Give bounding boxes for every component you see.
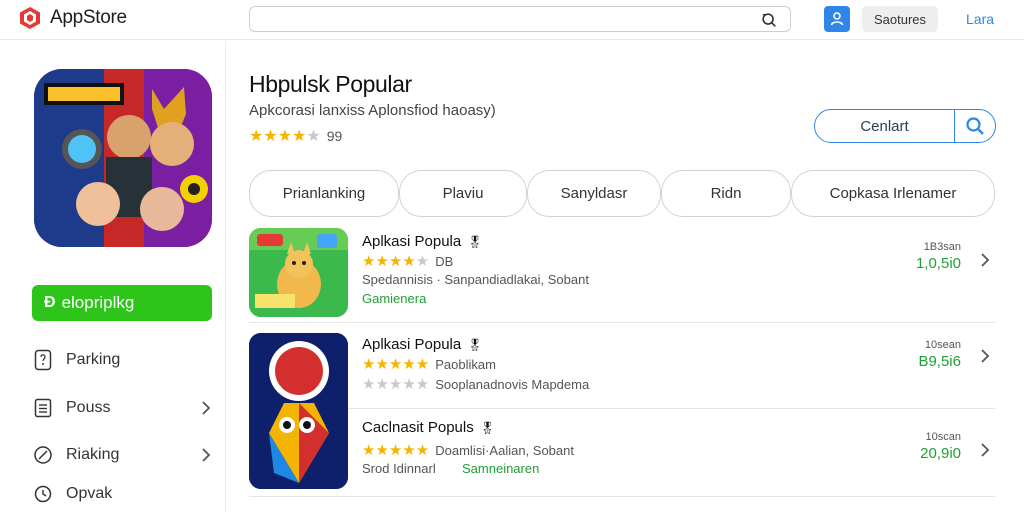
sidebar-item-parking[interactable]: Parking [32,345,216,375]
tab-plaviu[interactable]: Plaviu [399,170,527,217]
document-icon [32,349,54,371]
tab-prianlanking[interactable]: Prianlanking [249,170,399,217]
user-button[interactable] [824,6,850,32]
meta-value: 20,9i0 [920,445,961,462]
app-name: Aplkasi Popula 🎖 [362,233,482,250]
sidebar-item-label: Pouss [66,399,111,416]
user-icon [830,12,844,26]
meta-label: 1B3san [923,241,961,253]
badge-icon: 🎖 [467,337,483,352]
rating-stars: ★★★★★ [362,442,430,459]
chevron-right-icon [202,448,211,462]
app-meta: 10scan 20,9i0 [920,431,961,462]
rating-stars: ★★★★★ [362,356,430,373]
sidebar-item-label: Riaking [66,446,120,463]
search-bar[interactable] [249,6,791,32]
search-input[interactable] [258,10,748,28]
sidebar-item-pouss[interactable]: Pouss [32,393,216,423]
category-tabs: Prianlanking Plaviu Sanyldasr Ridn Copka… [249,170,995,217]
app-meta: 1B3san 1,0,5i0 [916,241,961,272]
rating-stars-empty: ★★★★★ [362,376,430,393]
chevron-right-icon[interactable] [979,251,991,269]
action-button[interactable]: Cenlart [815,110,955,142]
chevron-right-icon[interactable] [979,441,991,459]
search-icon[interactable] [955,110,995,142]
download-button-label: elopriplkg [61,293,135,312]
list-icon [32,397,54,419]
app-description: Sooplanadnovis Mapdema [435,376,590,392]
app-title: Caclnasit Populs [362,419,474,436]
featured-app-icon[interactable] [34,69,212,247]
sidebar-item-riaking[interactable]: Riaking [32,440,216,470]
game-artwork-icon [34,69,212,247]
meta-label: 10sean [924,339,961,351]
app-tag: Doamlisi·Aalian, Sobant [435,442,574,458]
app-tag: Paoblikam [435,356,496,372]
app-thumbnail [249,228,348,317]
download-icon: Ð [44,294,56,311]
list-item[interactable]: Aplkasi Popula 🎖 ★★★★★ Paoblikam ★★★★★ S… [249,333,995,489]
app-description: Srod Idinnarl [362,461,436,476]
chevron-right-icon[interactable] [979,347,991,365]
tab-sanyldasr[interactable]: Sanyldasr [527,170,661,217]
list-item[interactable]: Caclnasit Populs 🎖 ★★★★★ Doamlisi·Aalian… [249,413,995,497]
app-name: Aplkasi Popula 🎖 [362,336,482,353]
app-meta: 10sean B9,5i6 [918,339,961,370]
app-logo[interactable]: AppStore [18,6,127,30]
rating-count: 99 [326,128,343,144]
app-secondary-row: ★★★★★ Sooplanadnovis Mapdema [362,375,589,393]
sidebar-item-opvak[interactable]: Opvak [32,479,216,509]
app-category: Samneinaren [462,461,540,476]
list-item[interactable]: Aplkasi Popula 🎖 ★★★★★ DB Spedannisis · … [249,227,995,323]
app-description: Spedannisis · Sanpandiadlakai, Sobant [362,272,589,287]
app-rating: ★★★★★ DB [362,252,453,270]
meta-value: 1,0,5i0 [915,255,961,272]
sources-button[interactable]: Saotures [862,6,938,32]
page-title: Hbpulsk Popular [249,71,412,97]
app-title: Aplkasi Popula [362,336,462,353]
action-search-pill[interactable]: Cenlart [814,109,996,143]
page-rating: ★★★★★ 99 [249,126,342,146]
app-name: Caclnasit Populs 🎖 [362,419,495,436]
download-button[interactable]: Ð elopriplkg [32,285,212,321]
appstore-logo-icon [20,7,40,29]
tab-ridn[interactable]: Ridn [661,170,791,217]
app-rating: ★★★★★ Paoblikam [362,355,496,373]
sidebar-item-label: Parking [66,351,121,368]
cat-game-icon [249,228,348,317]
meta-label: 10scan [925,431,961,443]
sidebar-item-label: Opvak [66,485,113,502]
tab-copkasa-irlenamer[interactable]: Copkasa Irlenamer [791,170,995,217]
main-content: Hbpulsk Popular Apkcorasi lanxiss Aplons… [249,41,1009,512]
chevron-right-icon [202,401,211,415]
app-tag: DB [435,253,454,269]
rating-stars: ★★★★★ [362,253,430,270]
badge-icon: 🎖 [479,420,495,435]
search-icon[interactable] [760,11,778,29]
meta-value: B9,5i6 [918,353,961,370]
tag-icon [32,444,54,466]
page-subtitle: Apkcorasi lanxiss Aplonsfiod haoasy) [249,102,496,119]
app-category: Gamienera [362,291,427,306]
rating-stars: ★★★★★ [249,128,321,145]
clock-icon [32,483,54,505]
sidebar: Ð elopriplkg Parking Pouss Riaking Opvak [0,41,226,512]
app-name: AppStore [50,7,127,28]
app-rating: ★★★★★ Doamlisi·Aalian, Sobant [362,441,574,459]
app-title: Aplkasi Popula [362,233,462,250]
badge-icon: 🎖 [467,234,483,249]
language-link[interactable]: Lara [966,11,994,27]
top-bar: AppStore Saotures Lara [0,0,1024,40]
